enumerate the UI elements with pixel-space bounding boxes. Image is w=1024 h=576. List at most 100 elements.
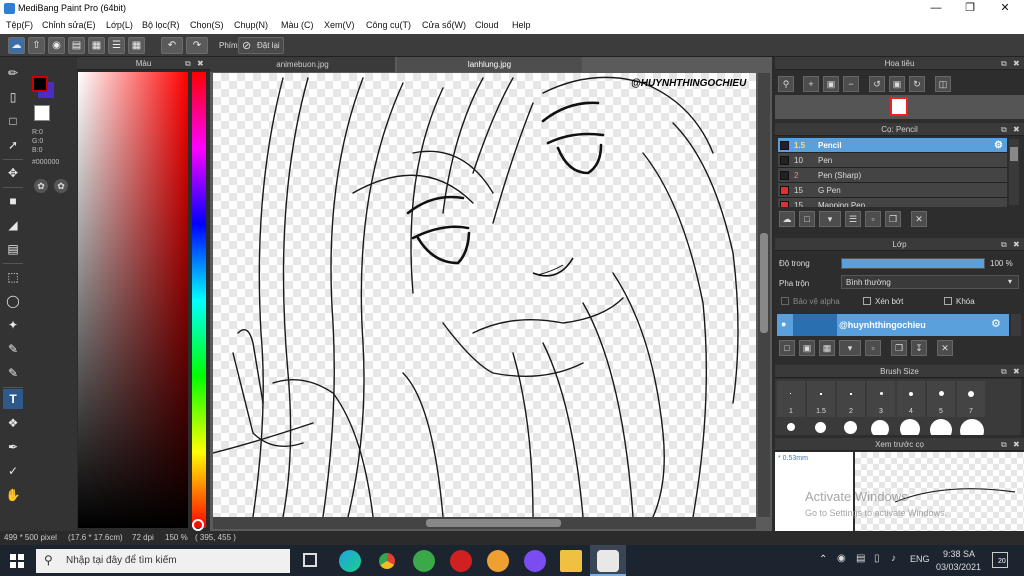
saturation-value-picker[interactable] [78, 72, 188, 528]
comment-icon[interactable]: ◉ [48, 37, 65, 54]
vertical-scroll-thumb[interactable] [760, 233, 768, 333]
layer-row[interactable]: ● @huynhthingochieu ⚙ [777, 314, 1009, 336]
undo-icon[interactable]: ↶ [161, 37, 183, 54]
chrome-icon[interactable] [376, 550, 398, 572]
menu-capture[interactable]: Chụp(N) [234, 20, 268, 30]
brush-size-cell[interactable]: 1.5 [807, 381, 835, 417]
panel-close-icon[interactable]: ✖ [1013, 238, 1020, 251]
eye-icon[interactable]: ● [781, 319, 786, 329]
rotate-right-icon[interactable]: ↻ [909, 76, 925, 92]
brush-size-cell[interactable]: 3 [867, 381, 895, 417]
menu-filter[interactable]: Bộ lọc(R) [142, 20, 180, 30]
menu-window[interactable]: Cửa sổ(W) [422, 20, 466, 30]
menu-help[interactable]: Help [512, 20, 531, 30]
palette-icon[interactable]: ✿ [34, 179, 48, 193]
notification-icon[interactable]: 20 [992, 552, 1008, 568]
trash-icon[interactable]: ✕ [911, 211, 927, 227]
minimize-button[interactable]: — [919, 0, 953, 17]
lock-checkbox[interactable] [944, 297, 952, 305]
panel-close-icon[interactable]: ✖ [1013, 438, 1020, 451]
new-layer-icon[interactable]: □ [779, 340, 795, 356]
brush-size-cell[interactable]: 2 [837, 381, 865, 417]
menu-cloud[interactable]: Cloud [475, 20, 499, 30]
menu-view[interactable]: Xem(V) [324, 20, 355, 30]
brush-size-cell[interactable]: 5 [927, 381, 955, 417]
select-pen-tool-icon[interactable]: ✎ [3, 339, 23, 359]
horizontal-scroll-thumb[interactable] [426, 519, 561, 527]
hue-handle[interactable] [192, 519, 204, 531]
foreground-color-swatch[interactable] [32, 76, 48, 92]
close-button[interactable]: ✕ [988, 0, 1022, 17]
chevron-up-icon[interactable]: ⌃ [819, 554, 827, 565]
gradient-tool-icon[interactable]: ▤ [3, 239, 23, 259]
merge-layer-icon[interactable]: ↧ [911, 340, 927, 356]
tab-animebuon[interactable]: animebuon.jpg [210, 57, 395, 72]
volume-icon[interactable]: ♪ [891, 553, 896, 564]
horizontal-scrollbar[interactable] [213, 517, 756, 529]
rotate-left-icon[interactable]: ↺ [869, 76, 885, 92]
coccoc-icon[interactable] [413, 550, 435, 572]
gear-icon[interactable]: ⚙ [991, 317, 1001, 330]
language-indicator[interactable]: ENG [910, 554, 930, 564]
blend-mode-select[interactable]: Bình thường ▾ [841, 275, 1019, 289]
clipping-checkbox[interactable] [863, 297, 871, 305]
fullscreen-icon[interactable]: ▣ [889, 76, 905, 92]
brush-item-mapping-pen[interactable]: 15 Mapping Pen [778, 198, 1007, 207]
opera-icon[interactable] [450, 550, 472, 572]
vertical-scrollbar[interactable] [758, 73, 770, 517]
brush-tool-icon[interactable]: ✏ [3, 63, 23, 83]
navigator-zoom-fit-icon[interactable]: ⚲ [778, 76, 794, 92]
panel-close-icon[interactable]: ✖ [1013, 365, 1020, 378]
panel-divide-tool-icon[interactable]: ❖ [3, 413, 23, 433]
battery-icon[interactable]: ▯ [874, 553, 880, 564]
document-icon[interactable]: ▦ [88, 37, 105, 54]
trash-icon[interactable]: ✕ [937, 340, 953, 356]
navigator-preview[interactable] [775, 95, 1024, 119]
camera-icon[interactable]: ◉ [837, 553, 846, 564]
task-view-icon[interactable] [303, 553, 317, 567]
taskbar-search-box[interactable]: ⚲ Nhập tại đây để tìm kiếm [36, 549, 290, 573]
hand-tool-icon[interactable]: ✋ [3, 485, 23, 505]
opacity-slider[interactable] [841, 258, 985, 269]
clock-time[interactable]: 9:38 SA [943, 549, 975, 559]
navigator-viewport[interactable] [890, 97, 908, 116]
fill-rect-tool-icon[interactable]: ■ [3, 191, 23, 211]
lasso-tool-icon[interactable]: ◯ [3, 291, 23, 311]
copy-layer-icon[interactable]: ❐ [891, 340, 907, 356]
transparent-color-swatch[interactable] [34, 105, 50, 121]
browser-icon[interactable] [487, 550, 509, 572]
new-8bit-layer-icon[interactable]: ▦ [819, 340, 835, 356]
undock-icon[interactable]: ⧉ [185, 57, 191, 70]
select-tool-icon[interactable]: ⬚ [3, 267, 23, 287]
panel-close-icon[interactable]: ✖ [1013, 123, 1020, 136]
brush-list-scrollbar[interactable] [1009, 139, 1019, 205]
list-icon[interactable]: ☰ [108, 37, 125, 54]
gear-icon[interactable]: ⚙ [994, 138, 1003, 153]
menu-layer[interactable]: Lớp(L) [106, 20, 133, 30]
brush-item-pen[interactable]: 10 Pen [778, 153, 1007, 168]
menu-select[interactable]: Chọn(S) [190, 20, 224, 30]
menu-edit[interactable]: Chỉnh sửa(E) [42, 20, 96, 30]
layer-add-menu-icon[interactable]: ▾ [839, 340, 861, 356]
undock-icon[interactable]: ⧉ [1001, 238, 1007, 251]
brush-add-menu-icon[interactable]: ▾ [819, 211, 841, 227]
layer-list-scrollbar[interactable] [1011, 314, 1021, 336]
messenger-icon[interactable] [524, 550, 546, 572]
eraser-tool-icon[interactable]: ▯ [3, 87, 23, 107]
network-icon[interactable]: ▤ [856, 553, 865, 564]
flip-icon[interactable]: ◫ [935, 76, 951, 92]
folder-icon[interactable]: ▫ [865, 211, 881, 227]
comic-panel-icon[interactable]: ▤ [68, 37, 85, 54]
undock-icon[interactable]: ⧉ [1001, 365, 1007, 378]
text-tool-icon[interactable]: T [3, 389, 23, 409]
panel-close-icon[interactable]: ✖ [1013, 57, 1020, 70]
grid-icon[interactable]: ▦ [128, 37, 145, 54]
cloud-icon[interactable]: ☁ [8, 37, 25, 54]
panel-close-icon[interactable]: ✖ [197, 57, 204, 70]
drawing-canvas[interactable]: @HUYNHTHINGOCHIEU [213, 73, 756, 517]
new-halftone-layer-icon[interactable]: ▣ [799, 340, 815, 356]
brush-size-scrollbar[interactable] [1011, 379, 1021, 435]
move-tool-icon[interactable]: ✥ [3, 163, 23, 183]
tab-lanhlung[interactable]: lanhlung.jpg [397, 57, 582, 72]
line-tool-icon[interactable]: ➚ [3, 135, 23, 155]
